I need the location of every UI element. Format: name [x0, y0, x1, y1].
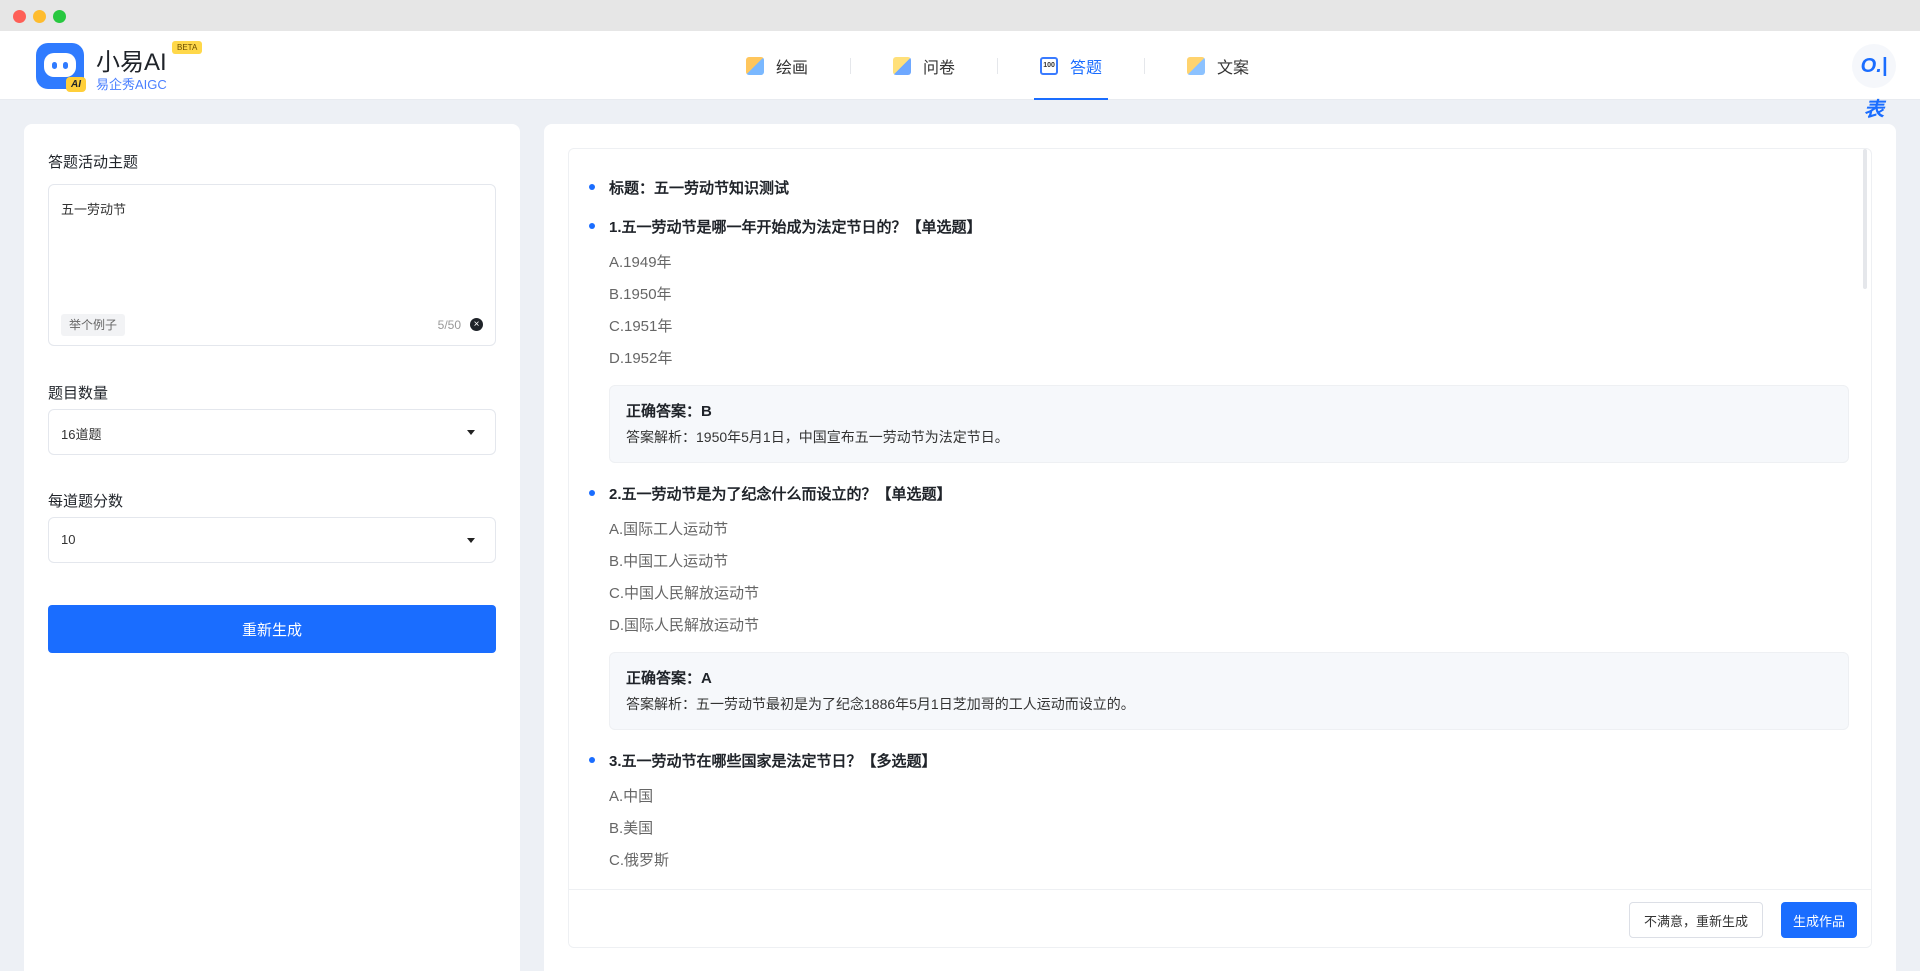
score-label: 每道题分数 [48, 493, 124, 510]
account-logo-icon[interactable]: O.|表 [1852, 44, 1896, 121]
quiz-scroll-area[interactable]: 标题：五一劳动节知识测试 1.五一劳动节是哪一年开始成为法定节日的？【单选题】 … [569, 149, 1869, 889]
char-counter: 5/50 [437, 318, 461, 332]
nav-divider [997, 57, 999, 74]
answer-explanation: 答案解析：1950年5月1日，中国宣布五一劳动节为法定节日。 [626, 429, 1009, 445]
count-label: 题目数量 [48, 385, 109, 402]
paint-icon [746, 56, 764, 75]
nav-tab-quiz[interactable]: 100 答题 [1034, 31, 1109, 100]
option-item: A.中国 [609, 788, 654, 805]
quiz-icon: 100 [1040, 56, 1059, 75]
minimize-window-button[interactable] [33, 10, 46, 23]
chevron-down-icon [467, 430, 475, 435]
questionnaire-icon [893, 56, 912, 75]
action-bar: 不满意，重新生成 生成作品 [569, 889, 1871, 947]
topic-textarea[interactable]: 五一劳动节 举个例子 5/50 × [48, 184, 496, 346]
option-item: C.中国人民解放运动节 [609, 585, 760, 602]
option-item: D.国际人民解放运动节 [609, 617, 760, 634]
answer-explanation: 答案解析：五一劳动节最初是为了纪念1886年5月1日芝加哥的工人运动而设立的。 [626, 696, 1135, 712]
option-item: D.1952年 [609, 350, 673, 367]
nav-tab-label: 答题 [1070, 59, 1103, 77]
nav-tab-painting[interactable]: 绘画 [740, 31, 814, 100]
question-title: 2.五一劳动节是为了纪念什么而设立的？【单选题】 [589, 483, 1849, 504]
question-count-select[interactable]: 16道题 [48, 409, 496, 455]
answer-box: 正确答案：A 答案解析：五一劳动节最初是为了纪念1886年5月1日芝加哥的工人运… [609, 652, 1849, 730]
nav-tab-copywriting[interactable]: 文案 [1181, 31, 1255, 100]
robot-logo-icon[interactable]: AI [36, 43, 86, 92]
score-select[interactable]: 10 [48, 517, 496, 563]
regenerate-button[interactable]: 重新生成 [48, 605, 496, 653]
beta-badge: BETA [172, 41, 203, 54]
topic-value: 五一劳动节 [61, 202, 127, 217]
option-item: A.1949年 [609, 254, 672, 271]
option-item: B.美国 [609, 820, 654, 837]
nav-tab-label: 文案 [1217, 59, 1250, 77]
answer-box: 正确答案：B 答案解析：1950年5月1日，中国宣布五一劳动节为法定节日。 [609, 385, 1849, 463]
option-item: B.中国工人运动节 [609, 553, 729, 570]
question-title: 1.五一劳动节是哪一年开始成为法定节日的？【单选题】 [589, 216, 1849, 237]
quiz-title: 标题：五一劳动节知识测试 [589, 177, 1849, 198]
nav-tab-questionnaire[interactable]: 问卷 [887, 31, 961, 100]
ai-badge: AI [66, 77, 86, 92]
window-titlebar [0, 0, 1920, 31]
question-title: 3.五一劳动节在哪些国家是法定节日？【多选题】 [589, 750, 1849, 771]
option-item: A.国际工人运动节 [609, 521, 729, 538]
nav-divider [1144, 57, 1146, 74]
correct-answer: 正确答案：B [626, 403, 712, 420]
main-nav: 绘画 问卷 100 答题 文案 [740, 31, 1291, 100]
copywriting-icon [1187, 56, 1206, 75]
correct-answer: 正确答案：A [626, 670, 712, 687]
clear-icon[interactable]: × [470, 318, 483, 331]
generate-work-button[interactable]: 生成作品 [1780, 902, 1857, 938]
brand-name: 小易AI [96, 49, 167, 76]
top-header: AI 小易AI BETA 易企秀AIGC 绘画 问卷 100 答题 文案 O.|… [0, 31, 1920, 121]
quiz-preview: 标题：五一劳动节知识测试 1.五一劳动节是哪一年开始成为法定节日的？【单选题】 … [568, 148, 1872, 948]
topic-label: 答题活动主题 [48, 154, 139, 171]
example-button[interactable]: 举个例子 [61, 314, 126, 336]
scrollbar[interactable] [1863, 149, 1867, 289]
close-window-button[interactable] [13, 10, 26, 23]
unsatisfied-regenerate-button[interactable]: 不满意，重新生成 [1628, 902, 1763, 938]
question-count-value: 16道题 [61, 427, 102, 442]
option-item: B.1950年 [609, 286, 672, 303]
nav-divider [850, 57, 852, 74]
chevron-down-icon [467, 538, 475, 543]
score-value: 10 [61, 532, 76, 547]
settings-panel: 答题活动主题 五一劳动节 举个例子 5/50 × 题目数量 16道题 每道题分数… [24, 124, 520, 971]
nav-tab-label: 绘画 [776, 59, 809, 77]
option-item: C.1951年 [609, 318, 673, 335]
result-panel: 标题：五一劳动节知识测试 1.五一劳动节是哪一年开始成为法定节日的？【单选题】 … [544, 124, 1896, 971]
option-item: C.俄罗斯 [609, 852, 670, 869]
nav-tab-label: 问卷 [923, 59, 956, 77]
brand-subtitle: 易企秀AIGC [96, 77, 167, 92]
maximize-window-button[interactable] [53, 10, 66, 23]
